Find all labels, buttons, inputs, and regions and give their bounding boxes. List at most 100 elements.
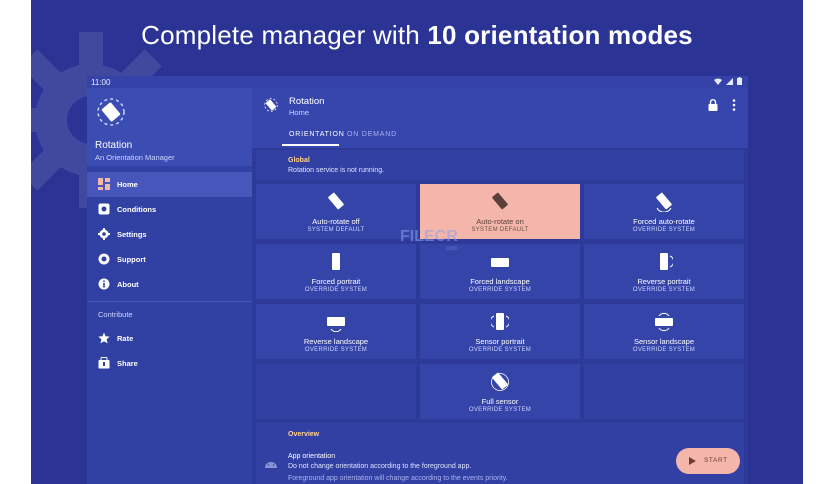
global-status-text: Rotation service is not running. <box>288 167 385 174</box>
nav-item-support[interactable]: Support <box>87 247 252 272</box>
overview-card: Overview App orientation Do not change o… <box>256 423 744 484</box>
info-icon <box>98 278 110 290</box>
page-subtitle: Home <box>289 108 310 117</box>
navigation-drawer: Rotation An Orientation Manager Home Con… <box>87 88 252 484</box>
watermark-domain: .com <box>444 246 458 252</box>
rotation-logo-icon <box>97 98 125 126</box>
mode-tile-forced-landscape[interactable]: Forced landscape OVERRIDE SYSTEM <box>420 244 580 299</box>
signal-icon <box>725 78 733 85</box>
mode-subtitle: OVERRIDE SYSTEM <box>304 287 368 293</box>
nav-label-share: Share <box>117 359 138 368</box>
sensor-landscape-icon <box>655 312 673 332</box>
main-content: Global Rotation service is not running. … <box>252 148 748 484</box>
reverse-landscape-icon <box>327 317 345 332</box>
share-icon <box>98 357 110 369</box>
global-card: Global Rotation service is not running. <box>256 150 744 180</box>
mode-title: Sensor landscape <box>633 337 695 346</box>
active-tab-indicator <box>282 144 339 146</box>
drawer-app-tagline: An Orientation Manager <box>95 153 175 162</box>
tab-orientation[interactable]: ORIENTATION <box>289 131 345 138</box>
watermark: FILECR .com <box>400 228 458 252</box>
drawer-header: Rotation An Orientation Manager <box>87 88 252 166</box>
mode-subtitle: OVERRIDE SYSTEM <box>468 287 532 293</box>
android-icon <box>265 462 277 468</box>
nav-label-about: About <box>117 280 139 289</box>
mode-tile-sensor-portrait[interactable]: Sensor portrait OVERRIDE SYSTEM <box>420 304 580 359</box>
mode-title: Auto-rotate on <box>476 217 524 226</box>
mode-tile-forced-auto-rotate[interactable]: Forced auto-rotate OVERRIDE SYSTEM <box>584 184 744 239</box>
nav-label-settings: Settings <box>117 230 147 239</box>
app-orientation-desc: Do not change orientation according to t… <box>288 463 472 470</box>
mode-title: Sensor portrait <box>475 337 525 346</box>
nav-item-settings[interactable]: Settings <box>87 222 252 247</box>
nav-item-conditions[interactable]: Conditions <box>87 197 252 222</box>
mode-title: Full sensor <box>481 397 519 406</box>
status-time: 11:00 <box>91 78 111 87</box>
mode-tile-reverse-landscape[interactable]: Reverse landscape OVERRIDE SYSTEM <box>256 304 416 359</box>
start-button[interactable]: START <box>676 448 740 474</box>
mode-title: Forced auto-rotate <box>633 217 695 226</box>
more-vert-icon[interactable] <box>732 99 736 111</box>
mode-title: Forced landscape <box>470 277 530 286</box>
nav-label-conditions: Conditions <box>117 205 157 214</box>
nav-label-support: Support <box>117 255 146 264</box>
headline-text: Complete manager with <box>141 20 428 50</box>
conditions-icon <box>98 203 110 215</box>
mode-tile-reverse-portrait[interactable]: Reverse portrait OVERRIDE SYSTEM <box>584 244 744 299</box>
status-bar: 11:00 <box>87 76 748 88</box>
tablet-screen: 11:00 Rotation An Orientation Manager Ho… <box>87 76 748 484</box>
mode-tile-sensor-landscape[interactable]: Sensor landscape OVERRIDE SYSTEM <box>584 304 744 359</box>
star-icon <box>98 332 110 344</box>
drawer-app-name: Rotation <box>95 140 133 151</box>
nav-item-about[interactable]: About <box>87 272 252 297</box>
mode-title: Reverse portrait <box>637 277 691 286</box>
mode-subtitle: OVERRIDE SYSTEM <box>468 407 532 413</box>
wifi-icon <box>713 78 722 85</box>
page-title: Rotation <box>289 96 325 107</box>
mode-subtitle: OVERRIDE SYSTEM <box>632 227 696 233</box>
dashboard-icon <box>98 178 110 190</box>
nav-item-rate[interactable]: Rate <box>87 326 252 351</box>
auto-rotate-on-icon <box>492 192 508 210</box>
tab-on-demand[interactable]: ON DEMAND <box>347 131 397 138</box>
portrait-icon <box>332 253 340 270</box>
mode-tile-forced-portrait[interactable]: Forced portrait OVERRIDE SYSTEM <box>256 244 416 299</box>
reverse-portrait-icon <box>660 253 673 270</box>
support-icon <box>98 253 110 265</box>
headline: Complete manager with 10 orientation mod… <box>31 20 803 51</box>
mode-subtitle: OVERRIDE SYSTEM <box>632 287 696 293</box>
watermark-text: FILECR <box>400 228 458 245</box>
nav-label-rate: Rate <box>117 334 134 343</box>
full-sensor-row-left <box>256 364 416 419</box>
lock-icon[interactable] <box>708 99 718 111</box>
overview-heading: Overview <box>288 431 320 438</box>
mode-tile-auto-rotate-off[interactable]: Auto-rotate off SYSTEM DEFAULT <box>256 184 416 239</box>
mode-subtitle: OVERRIDE SYSTEM <box>468 347 532 353</box>
landscape-icon <box>491 258 509 267</box>
global-heading: Global <box>288 157 310 164</box>
app-bar: Rotation Home ORIENTATION ON DEMAND <box>252 88 748 148</box>
app-orientation-note: Foreground app orientation will change a… <box>288 475 508 482</box>
drawer-section-contribute: Contribute <box>98 310 133 319</box>
play-icon <box>689 457 696 465</box>
battery-icon <box>737 77 742 85</box>
drawer-divider <box>87 301 252 302</box>
nav-item-share[interactable]: Share <box>87 351 252 376</box>
full-sensor-row-right <box>584 364 744 419</box>
full-sensor-icon <box>491 372 509 391</box>
app-orientation-title: App orientation <box>288 453 336 460</box>
nav-label-home: Home <box>117 180 138 189</box>
sensor-portrait-icon <box>491 313 509 330</box>
mode-title: Reverse landscape <box>303 337 369 346</box>
mode-title: Forced portrait <box>311 277 361 286</box>
mode-subtitle: SYSTEM DEFAULT <box>307 227 365 233</box>
forced-auto-rotate-icon <box>656 192 672 212</box>
gear-icon <box>98 228 110 240</box>
status-icons <box>713 77 742 87</box>
start-button-label: START <box>704 457 728 464</box>
nav-item-home[interactable]: Home <box>87 172 252 197</box>
mode-subtitle: OVERRIDE SYSTEM <box>632 347 696 353</box>
mode-tile-full-sensor[interactable]: Full sensor OVERRIDE SYSTEM <box>420 364 580 419</box>
mode-title: Auto-rotate off <box>312 217 360 226</box>
auto-rotate-off-icon <box>328 192 344 210</box>
